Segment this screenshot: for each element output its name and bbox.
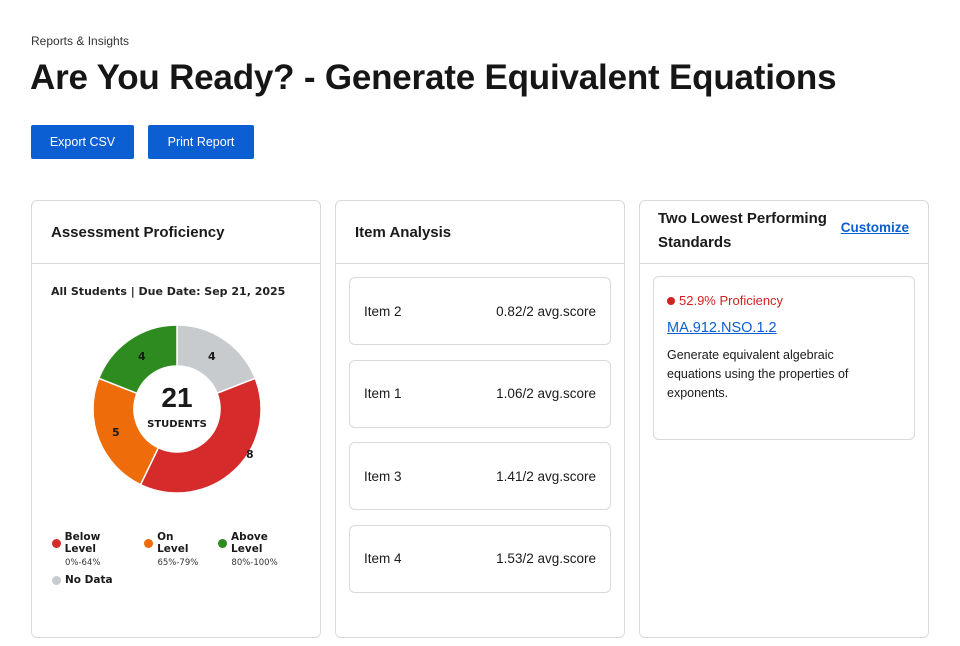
- breadcrumb: Reports & Insights: [31, 34, 130, 48]
- legend-label: No Data: [65, 574, 113, 586]
- export-csv-button[interactable]: Export CSV: [31, 125, 134, 159]
- no-data-dot: [52, 575, 61, 585]
- item-score: 0.82/2 avg.score: [496, 303, 596, 319]
- item-row[interactable]: Item 2 0.82/2 avg.score: [349, 277, 611, 345]
- legend-item-no-data: No Data: [52, 574, 300, 586]
- item-score: 1.53/2 avg.score: [496, 551, 596, 566]
- card-header: Item Analysis: [336, 201, 624, 264]
- on-level-dot: [144, 538, 154, 548]
- legend-label: Below Level: [64, 531, 101, 555]
- item-row[interactable]: Item 3 1.41/2 avg.score: [349, 442, 611, 510]
- legend-range: 65%-79%: [157, 558, 199, 568]
- page-title: Are You Ready? - Generate Equivalent Equ…: [30, 58, 837, 97]
- standard-code-link[interactable]: MA.912.NSO.1.2: [667, 320, 777, 336]
- legend-label: On Level: [157, 531, 189, 555]
- legend-label: Above Level: [231, 531, 268, 555]
- segment-label-below: 8: [246, 448, 254, 461]
- standard-item: 52.9% Proficiency MA.912.NSO.1.2 Generat…: [653, 276, 915, 440]
- item-name: Item 4: [364, 551, 402, 566]
- card-header: Assessment Proficiency: [32, 201, 320, 264]
- item-analysis-card: Item Analysis Item 2 0.82/2 avg.score It…: [335, 200, 625, 638]
- legend-range: 80%-100%: [231, 558, 278, 568]
- segment-label-above: 4: [138, 350, 146, 363]
- item-name: Item 1: [364, 386, 402, 401]
- above-level-dot: [218, 538, 228, 548]
- item-name: Item 3: [364, 468, 402, 484]
- assessment-proficiency-card: Assessment Proficiency All Students | Du…: [31, 200, 321, 638]
- segment-label-on: 5: [112, 426, 120, 439]
- proficiency-donut-chart: 21 STUDENTS 4 8 5 4: [92, 324, 262, 494]
- proficiency-subtitle: All Students | Due Date: Sep 21, 2025: [51, 285, 286, 298]
- proficiency-dot: [667, 296, 675, 305]
- legend-item-below: Below Level 0%-64%: [52, 531, 132, 568]
- item-name: Item 2: [364, 303, 402, 319]
- customize-link[interactable]: Customize: [841, 220, 909, 235]
- standard-description: Generate equivalent algebraic equations …: [667, 348, 849, 400]
- donut-center: 21 STUDENTS: [92, 324, 262, 494]
- print-report-button[interactable]: Print Report: [148, 125, 254, 159]
- student-count: 21: [161, 381, 193, 413]
- item-row[interactable]: Item 1 1.06/2 avg.score: [349, 359, 611, 428]
- item-row[interactable]: Item 4 1.53/2 avg.score: [349, 524, 611, 593]
- proficiency-text: 52.9% Proficiency: [679, 293, 784, 308]
- standard-proficiency: 52.9% Proficiency: [667, 293, 901, 308]
- card-header: Two Lowest Performing Standards Customiz…: [640, 201, 928, 264]
- legend-row: Below Level 0%-64% On Level 65%-79% Abov…: [52, 531, 312, 568]
- segment-label-no-data: 4: [208, 350, 216, 363]
- standards-title: Two Lowest Performing Standards: [658, 210, 827, 251]
- student-count-label: STUDENTS: [147, 418, 207, 430]
- legend-range: 0%-64%: [65, 558, 101, 568]
- item-score: 1.41/2 avg.score: [496, 468, 596, 484]
- legend-item-on: On Level 65%-79%: [144, 531, 206, 568]
- item-list: Item 2 0.82/2 avg.score Item 1 1.06/2 av…: [349, 277, 611, 607]
- below-level-dot: [52, 538, 61, 548]
- lowest-standards-card: Two Lowest Performing Standards Customiz…: [639, 200, 929, 638]
- proficiency-legend: Below Level 0%-64% On Level 65%-79% Abov…: [52, 531, 312, 586]
- legend-item-above: Above Level 80%-100%: [218, 531, 300, 568]
- item-score: 1.06/2 avg.score: [496, 386, 596, 401]
